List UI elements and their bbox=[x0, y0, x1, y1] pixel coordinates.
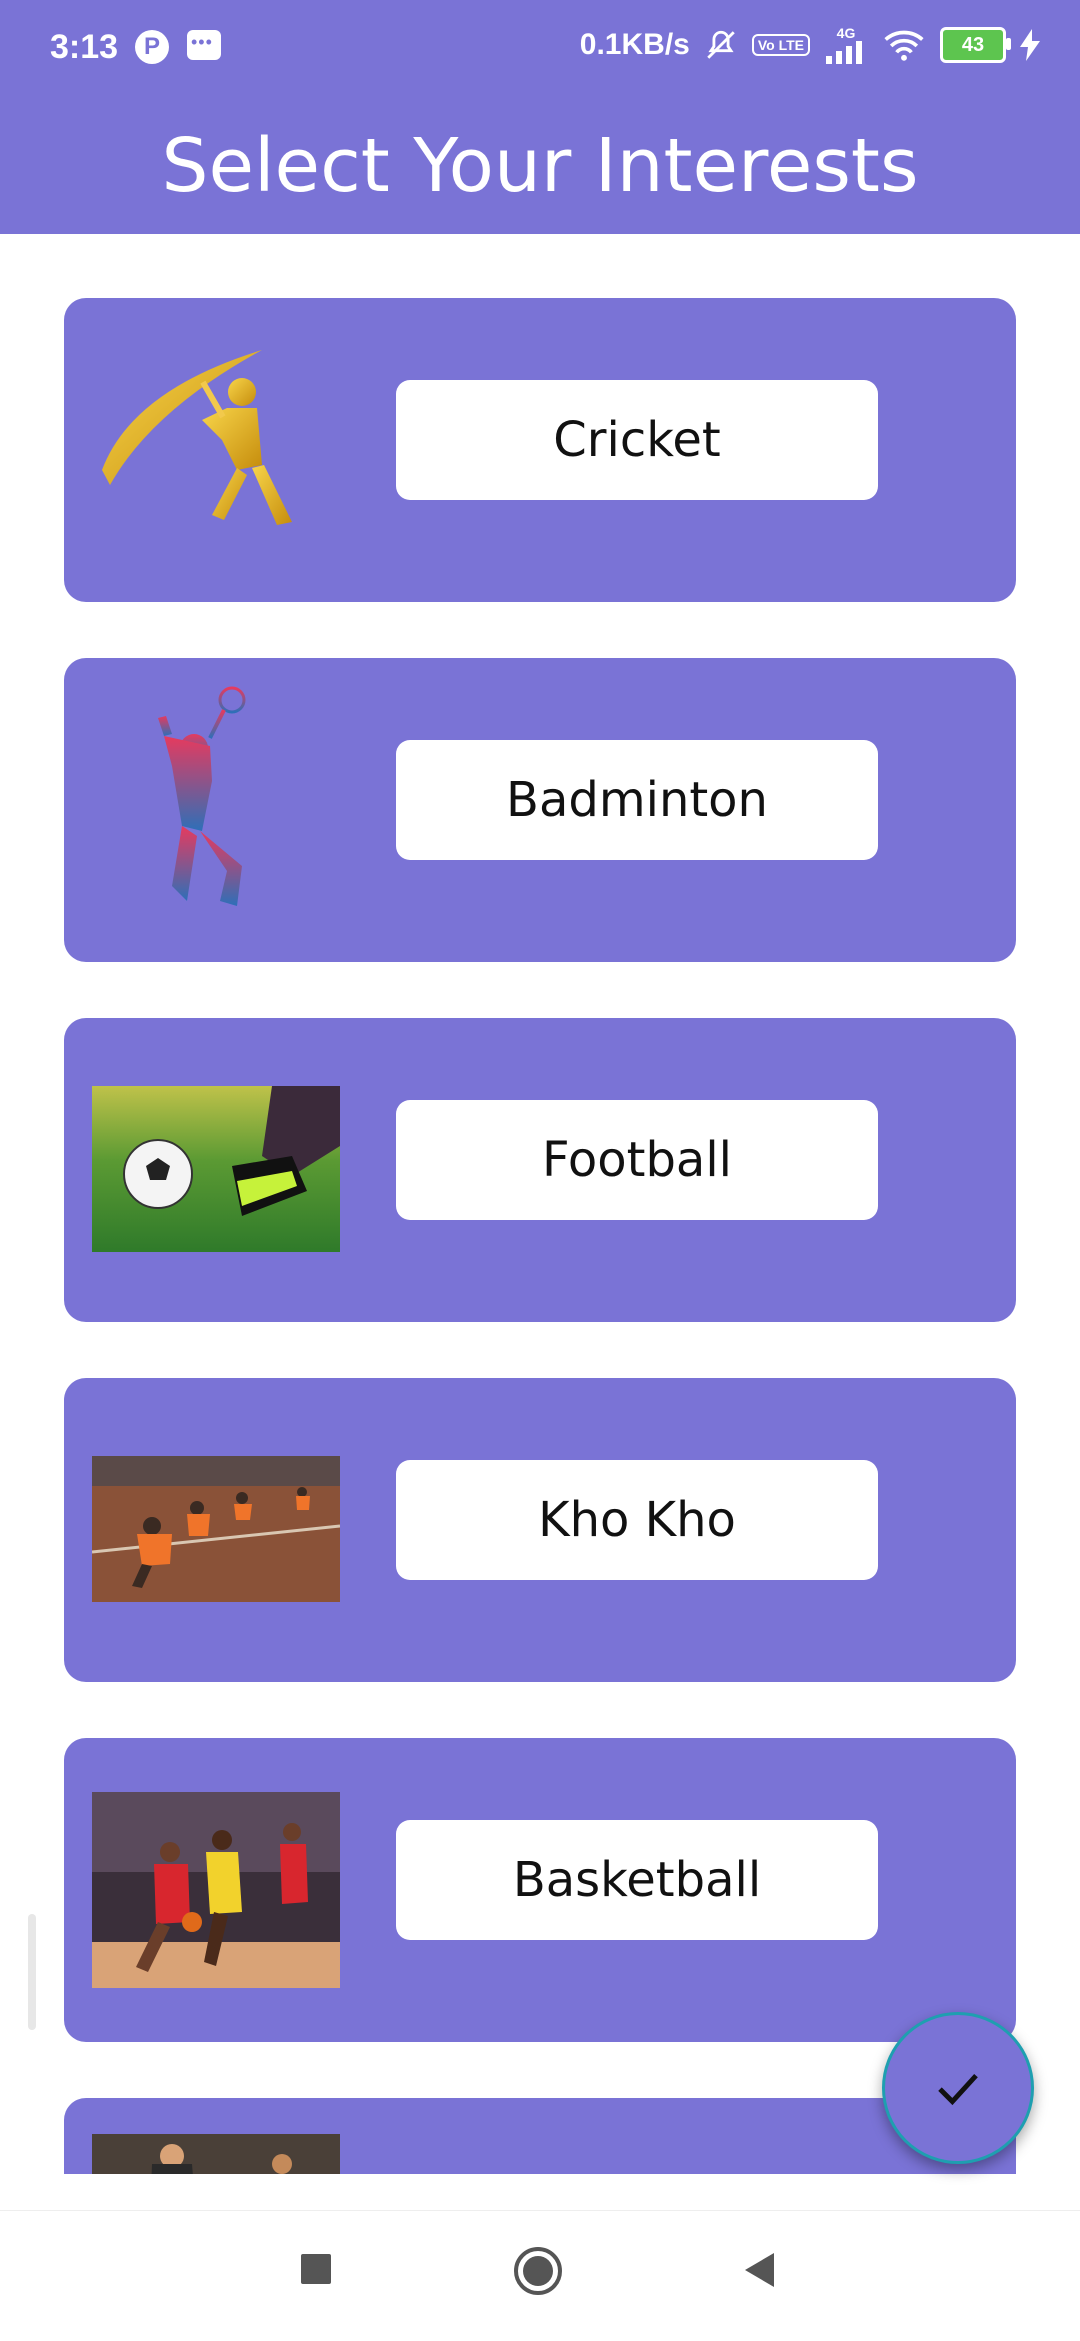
scroll-indicator[interactable] bbox=[28, 1914, 36, 2030]
message-icon bbox=[187, 30, 221, 60]
check-icon bbox=[938, 2073, 978, 2106]
confirm-fab-button[interactable] bbox=[882, 2012, 1034, 2164]
interest-card-badminton[interactable]: Badminton bbox=[64, 658, 1016, 962]
charging-bolt-icon bbox=[1020, 29, 1040, 61]
interests-list[interactable]: Cricket Badminton Football Kho Kho Baske… bbox=[0, 234, 1080, 2174]
status-bar: 3:13 P 0.1KB/s Vo LTE 4G 43 bbox=[0, 0, 1080, 98]
cell-signal-icon: 4G bbox=[824, 26, 868, 64]
wifi-icon bbox=[884, 30, 924, 61]
interest-label-button[interactable]: Cricket bbox=[396, 380, 878, 500]
status-time: 3:13 bbox=[50, 28, 119, 66]
volte-icon: Vo LTE bbox=[751, 34, 810, 56]
interest-label-button[interactable]: Kho Kho bbox=[396, 1460, 878, 1580]
app-bar: Select Your Interests bbox=[0, 98, 1080, 234]
battery-icon: 43 bbox=[940, 27, 1011, 63]
interest-card-kho-kho[interactable]: Kho Kho bbox=[64, 1378, 1016, 1682]
basketball-photo bbox=[92, 1792, 340, 1988]
interest-card-partial[interactable] bbox=[64, 2098, 1016, 2174]
status-notification-icons: P bbox=[135, 30, 221, 64]
network-speed: 0.1KB/s bbox=[579, 28, 690, 61]
interest-label-button[interactable]: Basketball bbox=[396, 1820, 878, 1940]
cricket-player-icon bbox=[102, 350, 292, 525]
app-notification-icon: P bbox=[135, 30, 169, 64]
status-right-icons: 0.1KB/s Vo LTE 4G 43 bbox=[580, 26, 1040, 64]
page-title: Select Your Interests bbox=[161, 123, 919, 209]
football-photo bbox=[92, 1086, 340, 1252]
interest-card-football[interactable]: Football bbox=[64, 1018, 1016, 1322]
triangle-back-icon[interactable] bbox=[742, 2251, 778, 2289]
kho-kho-photo bbox=[92, 1456, 340, 1602]
interest-card-cricket[interactable]: Cricket bbox=[64, 298, 1016, 602]
circle-home-icon[interactable] bbox=[512, 2245, 564, 2297]
square-icon[interactable] bbox=[298, 2251, 334, 2287]
system-nav-bar bbox=[0, 2210, 1080, 2341]
partial-sport-photo bbox=[92, 2134, 340, 2174]
mute-bell-icon bbox=[707, 30, 735, 59]
badminton-player-icon bbox=[158, 686, 246, 906]
interest-card-basketball[interactable]: Basketball bbox=[64, 1738, 1016, 2042]
interest-label-button[interactable]: Football bbox=[396, 1100, 878, 1220]
interest-label-button[interactable]: Badminton bbox=[396, 740, 878, 860]
